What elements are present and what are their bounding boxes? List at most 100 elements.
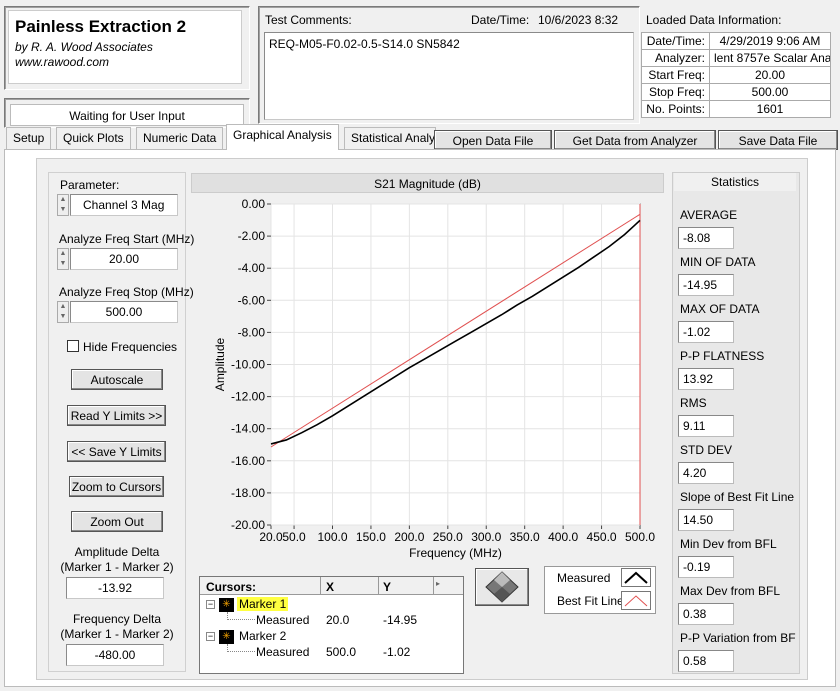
start-freq-input[interactable]: 20.00 [70,248,178,270]
x-tick-label: 500.0 [625,530,655,544]
x-tick-label: 300.0 [471,530,501,544]
zoom-out-button[interactable]: Zoom Out [71,511,163,532]
y-tick-label: 0.00 [242,197,266,211]
stat-value: 13.92 [678,368,734,390]
freq-delta-label-line1: Frequency Delta [72,612,162,626]
y-tick-label: -10.00 [231,358,265,372]
stop-freq-input[interactable]: 500.00 [70,301,178,323]
marker1-y: -14.95 [383,613,418,627]
cursors-table[interactable]: Cursors: X Y ▸ − ✳ Marker 1 Measured 20.… [199,576,464,674]
legend-bestfit-line-icon [624,595,648,607]
parameter-select[interactable]: Channel 3 Mag [70,194,178,216]
amp-delta-label-line2: (Marker 1 - Marker 2) [60,560,174,574]
stat-value: -8.08 [678,227,734,249]
hide-frequencies-label: Hide Frequencies [83,340,178,354]
loaded-data-value: 500.00 [709,83,831,101]
marker1-expand-icon[interactable]: − [206,600,215,609]
read-y-limits-button[interactable]: Read Y Limits >> [67,405,166,426]
y-tick-label: -6.00 [238,293,266,307]
autoscale-button[interactable]: Autoscale [71,369,163,390]
open-data-file-button[interactable]: Open Data File [434,130,552,150]
stat-label: Max Dev from BFL [680,584,781,598]
comments-text: REQ-M05-F0.02-0.5-S14.0 SN5842 [269,37,460,51]
save-y-limits-button[interactable]: << Save Y Limits [67,441,166,462]
marker1-x: 20.0 [326,613,350,627]
start-freq-spin[interactable]: ▲ ▼ [57,248,69,270]
loaded-data-label: No. Points: [641,100,710,118]
stat-value: 4.20 [678,462,734,484]
get-data-from-analyzer-button[interactable]: Get Data from Analyzer [554,130,716,150]
amp-delta-label-line1: Amplitude Delta [74,545,160,559]
stat-label: Min Dev from BFL [680,537,777,551]
loaded-data-value: lent 8757e Scalar Analy [709,49,831,67]
tab-numeric-data[interactable]: Numeric Data [136,127,224,149]
cursor-move-icon [485,571,519,603]
x-tick-label: 200.0 [394,530,424,544]
cursors-col-divider-3 [433,577,434,595]
stat-value: 14.50 [678,509,734,531]
marker2-expand-icon[interactable]: − [206,632,215,641]
freq-delta-label: Frequency Delta (Marker 1 - Marker 2) [48,612,186,642]
legend-bestfit-swatch[interactable] [621,591,651,610]
marker2-x: 500.0 [326,645,357,659]
legend-measured-swatch[interactable] [621,568,651,587]
x-tick-label: 100.0 [317,530,347,544]
legend-measured-line-icon [624,571,648,584]
y-tick-label: -20.00 [231,518,265,532]
y-tick-label: -4.00 [238,261,266,275]
app-website: www.rawood.com [15,55,110,69]
marker1-tree-line [227,612,255,620]
cursors-header-x: X [326,580,335,594]
chart-svg: 20.0 50.0 100.0 150.0 200.0 250.0 300.0 350.0 40… [213,197,655,560]
loaded-data-value: 20.00 [709,66,831,84]
legend-bestfit-label: Best Fit Line [557,594,624,608]
tab-statistical-analysis[interactable]: Statistical Analy [344,127,436,149]
loaded-data-row: Analyzer: lent 8757e Scalar Analy [641,49,831,67]
zoom-to-cursors-button[interactable]: Zoom to Cursors [69,476,164,497]
stat-label: AVERAGE [680,208,738,222]
amp-delta-label: Amplitude Delta (Marker 1 - Marker 2) [48,545,186,575]
tab-graphical-analysis[interactable]: Graphical Analysis [226,124,339,150]
parameter-label: Parameter: [60,178,120,192]
y-tick-label: -16.00 [231,454,265,468]
y-axis-label: Amplitude [213,338,227,392]
marker2-name[interactable]: Marker 2 [237,629,288,643]
stat-value: 0.38 [678,603,734,625]
parameter-spin[interactable]: ▲ ▼ [57,194,69,216]
app-title: Painless Extraction 2 [15,17,187,36]
loaded-data-value: 1601 [709,100,831,118]
x-tick-label: 20.0 [259,530,283,544]
cursors-col-divider-2 [378,577,379,595]
stat-value: -14.95 [678,274,734,296]
marker2-tree-line [227,644,255,652]
save-data-file-button[interactable]: Save Data File [718,130,838,150]
y-tick-label: -14.00 [231,422,265,436]
freq-delta-value: -480.00 [66,644,164,666]
stat-label: Slope of Best Fit Line [680,490,795,504]
loaded-data-row: Start Freq: 20.00 [641,66,831,84]
stop-freq-label: Analyze Freq Stop (MHz) [59,285,194,299]
amp-delta-value: -13.92 [66,577,164,599]
cursors-scroll-arrow-icon[interactable]: ▸ [436,579,440,588]
loaded-data-title: Loaded Data Information: [646,13,782,27]
loaded-data-row: Date/Time: 4/29/2019 9:06 AM [641,32,831,50]
marker1-name[interactable]: Marker 1 [237,597,289,611]
loaded-data-table: Date/Time: 4/29/2019 9:06 AM Analyzer: lent… [641,32,831,118]
stop-freq-spin[interactable]: ▲ ▼ [57,301,69,323]
hide-frequencies-checkbox[interactable] [67,340,79,352]
marker2-crosshair-icon: ✳ [219,630,234,644]
stat-label: MIN OF DATA [680,255,756,269]
loaded-data-value: 4/29/2019 9:06 AM [709,32,831,50]
cursor-move-button[interactable] [475,568,529,606]
stat-label: P-P Variation from BF [680,631,796,645]
tab-quick-plots[interactable]: Quick Plots [56,127,131,149]
app-author: by R. A. Wood Associates [15,40,153,54]
start-freq-label: Analyze Freq Start (MHz) [59,232,195,246]
x-axis-label: Frequency (MHz) [409,546,502,560]
comments-textarea[interactable]: REQ-M05-F0.02-0.5-S14.0 SN5842 [264,32,634,120]
tab-setup[interactable]: Setup [6,127,52,149]
stat-value: 0.58 [678,650,734,672]
date-label: Date/Time: [471,13,530,27]
comments-label: Test Comments: [265,13,352,27]
y-tick-label: -8.00 [238,325,266,339]
